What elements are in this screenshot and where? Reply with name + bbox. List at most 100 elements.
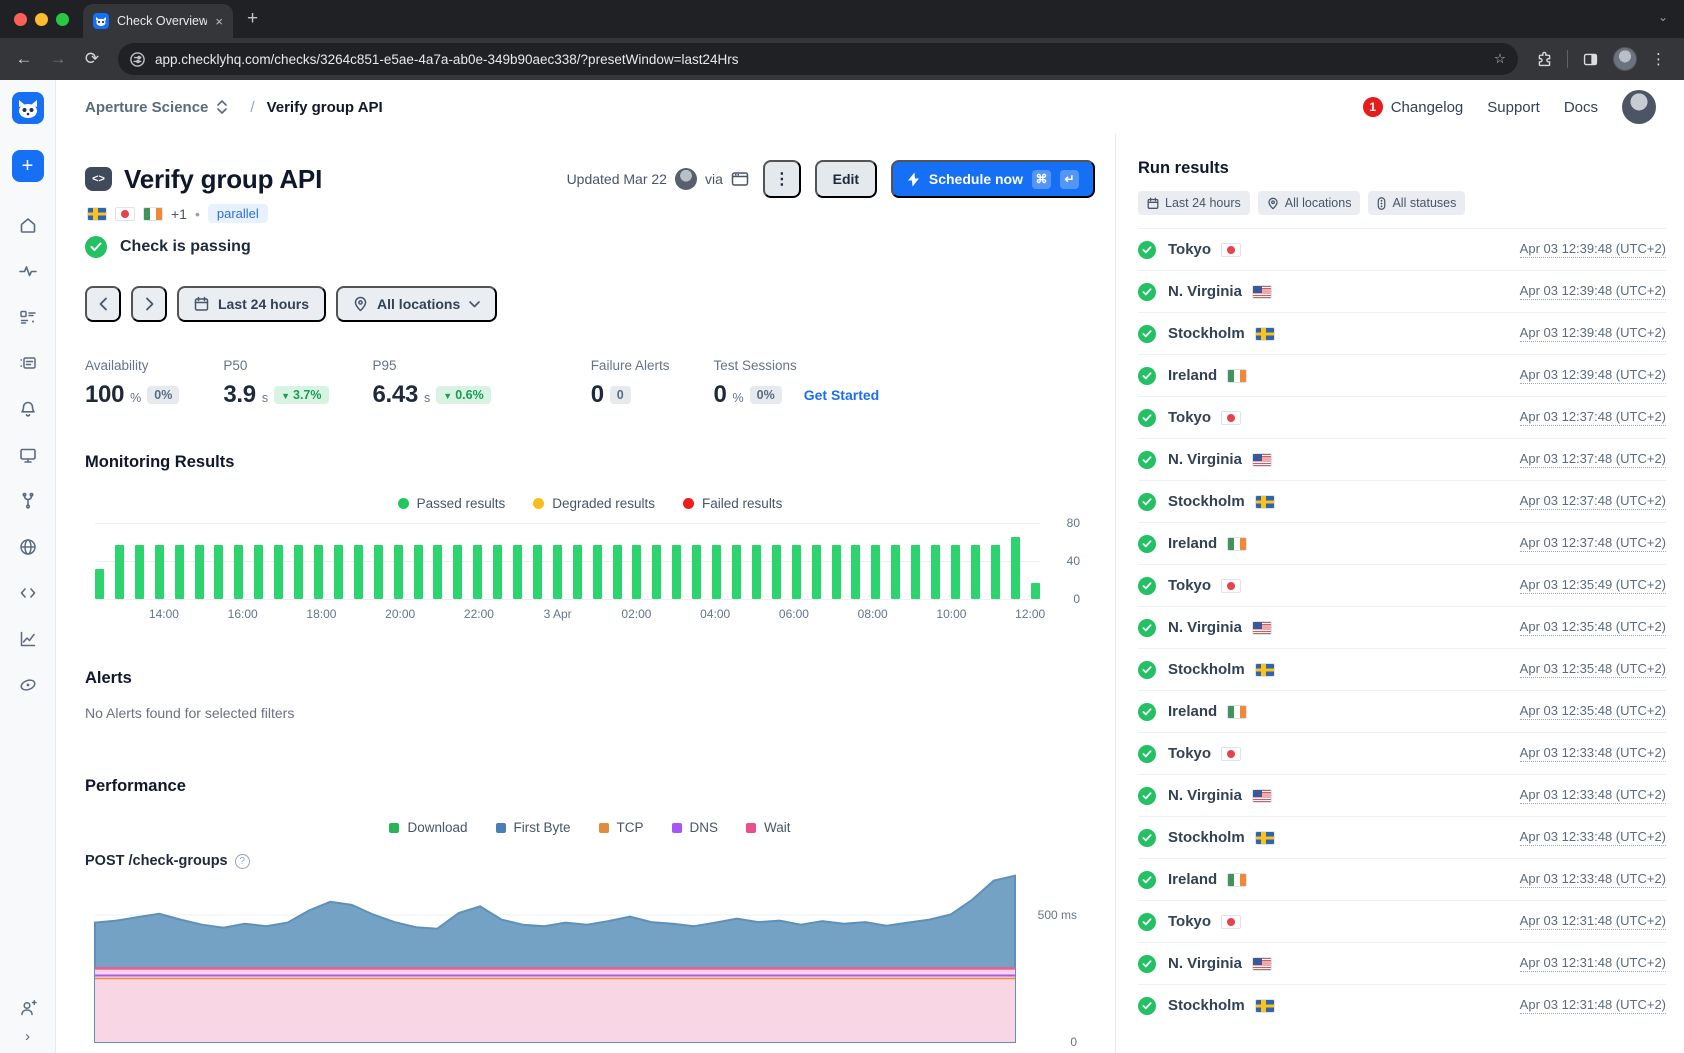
docs-link[interactable]: Docs [1564,99,1598,116]
run-timestamp[interactable]: Apr 03 12:37:48 (UTC+2) [1520,535,1666,552]
result-bar[interactable] [593,545,602,599]
result-bar[interactable] [135,545,144,599]
collapse-sidebar-icon[interactable]: › [25,1028,30,1045]
schedule-now-button[interactable]: Schedule now ⌘ ↵ [891,160,1095,198]
result-bar[interactable] [812,545,821,599]
close-tab-icon[interactable]: × [215,14,223,29]
result-bar[interactable] [971,545,980,599]
run-timestamp[interactable]: Apr 03 12:31:48 (UTC+2) [1520,913,1666,930]
result-bar[interactable] [453,545,462,599]
run-timestamp[interactable]: Apr 03 12:39:48 (UTC+2) [1520,325,1666,342]
changelog-link[interactable]: 1 Changelog [1363,97,1464,117]
browser-tab[interactable]: Check Overview × [83,4,233,38]
result-bar[interactable] [1031,583,1040,599]
result-bar[interactable] [652,545,661,599]
result-bar[interactable] [294,545,303,599]
result-bar[interactable] [553,545,562,599]
run-timestamp[interactable]: Apr 03 12:39:48 (UTC+2) [1520,367,1666,384]
run-result-row[interactable]: Tokyo Apr 03 12:31:48 (UTC+2) [1138,900,1666,942]
result-bar[interactable] [613,545,622,599]
checkly-logo[interactable] [12,92,44,124]
run-timestamp[interactable]: Apr 03 12:33:48 (UTC+2) [1520,787,1666,804]
health-pulse-icon[interactable] [10,248,46,294]
site-settings-icon[interactable] [130,52,145,67]
checks-icon[interactable] [10,294,46,340]
run-result-row[interactable]: Tokyo Apr 03 12:37:48 (UTC+2) [1138,396,1666,438]
run-result-row[interactable]: Ireland Apr 03 12:37:48 (UTC+2) [1138,522,1666,564]
window-controls[interactable] [0,0,83,38]
run-result-row[interactable]: N. Virginia Apr 03 12:31:48 (UTC+2) [1138,942,1666,984]
result-bar[interactable] [772,545,781,599]
locations-filter[interactable]: All locations [336,286,497,322]
run-result-row[interactable]: N. Virginia Apr 03 12:35:48 (UTC+2) [1138,606,1666,648]
run-timestamp[interactable]: Apr 03 12:35:49 (UTC+2) [1520,577,1666,594]
address-bar[interactable]: app.checklyhq.com/checks/3264c851-e5ae-4… [118,43,1518,75]
url-text[interactable]: app.checklyhq.com/checks/3264c851-e5ae-4… [155,52,1484,67]
user-avatar[interactable] [1622,90,1656,124]
result-bar[interactable] [234,545,243,599]
result-bar[interactable] [632,545,641,599]
result-bar[interactable] [1011,537,1020,599]
result-bar[interactable] [214,545,223,599]
result-bar[interactable] [991,545,1000,599]
invite-user-icon[interactable] [18,998,38,1018]
minimize-window-button[interactable] [35,13,48,26]
private-locations-globe-icon[interactable] [10,524,46,570]
run-result-row[interactable]: N. Virginia Apr 03 12:33:48 (UTC+2) [1138,774,1666,816]
bookmark-star-icon[interactable]: ☆ [1494,51,1506,67]
home-icon[interactable] [10,202,46,248]
run-result-row[interactable]: Ireland Apr 03 12:33:48 (UTC+2) [1138,858,1666,900]
run-result-row[interactable]: Ireland Apr 03 12:39:48 (UTC+2) [1138,354,1666,396]
run-timestamp[interactable]: Apr 03 12:31:48 (UTC+2) [1520,955,1666,972]
result-bar[interactable] [195,545,204,599]
run-timestamp[interactable]: Apr 03 12:33:48 (UTC+2) [1520,871,1666,888]
result-bar[interactable] [334,545,343,599]
run-timestamp[interactable]: Apr 03 12:33:48 (UTC+2) [1520,745,1666,762]
run-filter-time[interactable]: Last 24 hours [1138,191,1250,215]
get-started-link[interactable]: Get Started [804,387,879,403]
result-bar[interactable] [354,545,363,599]
run-timestamp[interactable]: Apr 03 12:35:48 (UTC+2) [1520,703,1666,720]
result-bar[interactable] [732,545,741,599]
tab-search-chevron-icon[interactable]: ⌄ [1658,10,1668,24]
side-panel-icon[interactable] [1582,51,1599,68]
run-timestamp[interactable]: Apr 03 12:33:48 (UTC+2) [1520,829,1666,846]
analytics-chart-icon[interactable] [10,616,46,662]
run-result-row[interactable]: Stockholm Apr 03 12:31:48 (UTC+2) [1138,984,1666,1026]
support-link[interactable]: Support [1487,99,1540,116]
result-bar[interactable] [832,545,841,599]
run-timestamp[interactable]: Apr 03 12:31:48 (UTC+2) [1520,997,1666,1014]
result-bar[interactable] [533,545,542,599]
result-bar[interactable] [573,545,582,599]
run-result-row[interactable]: N. Virginia Apr 03 12:37:48 (UTC+2) [1138,438,1666,480]
result-bar[interactable] [493,545,502,599]
run-result-row[interactable]: Tokyo Apr 03 12:39:48 (UTC+2) [1138,228,1666,270]
alerts-bell-icon[interactable] [10,386,46,432]
run-timestamp[interactable]: Apr 03 12:37:48 (UTC+2) [1520,409,1666,426]
time-range-filter[interactable]: Last 24 hours [177,286,326,322]
result-bar[interactable] [394,545,403,599]
result-bar[interactable] [374,545,383,599]
run-result-row[interactable]: Stockholm Apr 03 12:37:48 (UTC+2) [1138,480,1666,522]
result-bar[interactable] [672,545,681,599]
dashboards-icon[interactable] [10,432,46,478]
create-button[interactable]: + [12,150,44,182]
previous-period-button[interactable] [85,286,121,322]
zoom-window-button[interactable] [56,13,69,26]
result-bar[interactable] [433,545,442,599]
run-timestamp[interactable]: Apr 03 12:35:48 (UTC+2) [1520,619,1666,636]
run-timestamp[interactable]: Apr 03 12:35:48 (UTC+2) [1520,661,1666,678]
run-result-row[interactable]: Tokyo Apr 03 12:35:49 (UTC+2) [1138,564,1666,606]
close-window-button[interactable] [14,13,27,26]
result-bar[interactable] [931,545,940,599]
result-bar[interactable] [155,545,164,599]
extensions-icon[interactable] [1536,51,1553,68]
new-tab-button[interactable]: + [247,8,258,38]
result-bar[interactable] [712,545,721,599]
result-bar[interactable] [414,545,423,599]
result-bar[interactable] [951,545,960,599]
run-filter-locations[interactable]: All locations [1258,191,1361,215]
back-button[interactable]: ← [10,49,38,69]
result-bar[interactable] [851,545,860,599]
browser-profile-avatar[interactable] [1613,47,1637,71]
